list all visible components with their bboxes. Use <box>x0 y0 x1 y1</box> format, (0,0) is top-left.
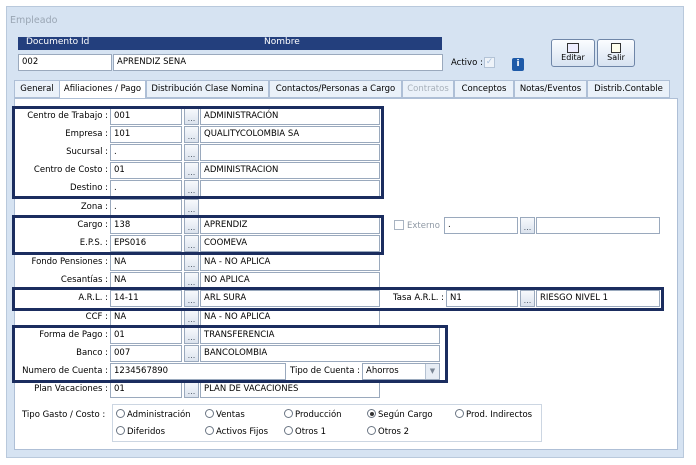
edit-button[interactable]: Editar <box>551 39 595 67</box>
externo-lookup[interactable]: ... <box>520 217 535 234</box>
fondo-pensiones-label: Fondo Pensiones : <box>31 257 108 267</box>
tipo-gasto-label: Tipo Gasto / Costo : <box>22 410 106 420</box>
radio-ventas[interactable]: Ventas <box>205 408 245 422</box>
tab-contratos[interactable]: Contratos <box>402 80 454 98</box>
tab-conceptos[interactable]: Conceptos <box>454 80 514 98</box>
fondo-pensiones-lookup[interactable]: ... <box>184 254 199 271</box>
name-field[interactable]: APRENDIZ SENA <box>113 54 443 71</box>
fondo-pensiones-desc: NA - NO APLICA <box>200 254 380 271</box>
plan-vacaciones-code[interactable]: 01 <box>110 381 182 398</box>
zona-lookup[interactable]: ... <box>184 199 199 216</box>
doc-id-header: Documento Id <box>26 37 90 47</box>
printer-icon <box>567 43 579 53</box>
ccf-lookup[interactable]: ... <box>184 309 199 326</box>
edit-label: Editar <box>561 53 585 62</box>
radio-diferidos[interactable]: Diferidos <box>116 425 165 439</box>
radio-prod-indirectos[interactable]: Prod. Indirectos <box>455 408 532 422</box>
tab-afiliaciones-pago[interactable]: Afiliaciones / Pago <box>59 80 146 99</box>
tab-notas-eventos[interactable]: Notas/Eventos <box>514 80 587 98</box>
ccf-desc: NA - NO APLICA <box>200 309 380 326</box>
exit-icon <box>611 43 621 53</box>
ccf-label: CCF : <box>85 312 108 322</box>
highlight-box-pago <box>12 325 448 383</box>
radio-otros-1[interactable]: Otros 1 <box>284 425 326 439</box>
fondo-pensiones-code[interactable]: NA <box>110 254 182 271</box>
zona-code[interactable]: . <box>110 199 182 216</box>
tab-contactos[interactable]: Contactos/Personas a Cargo <box>269 80 402 98</box>
zona-label: Zona : <box>80 202 108 212</box>
active-label: Activo : <box>451 58 483 68</box>
tab-distribucion-clase-nomina[interactable]: Distribución Clase Nomina <box>146 80 269 98</box>
tab-general[interactable]: General <box>14 80 60 98</box>
tab-distrib-contable[interactable]: Distrib.Contable <box>587 80 670 98</box>
exit-label: Salir <box>607 53 625 62</box>
plan-vacaciones-label: Plan Vacaciones : <box>34 384 108 394</box>
radio-activos-fijos[interactable]: Activos Fijos <box>205 425 268 439</box>
externo-desc <box>536 217 660 234</box>
active-checkbox[interactable]: ✓ <box>484 57 495 68</box>
info-icon[interactable]: i <box>512 58 524 71</box>
externo-label: Externo <box>407 221 440 231</box>
radio-segun-cargo[interactable]: Según Cargo <box>367 408 433 422</box>
radio-administracion[interactable]: Administración <box>116 408 191 422</box>
name-header: Nombre <box>264 37 300 47</box>
externo-code[interactable]: . <box>444 217 518 234</box>
ccf-code[interactable]: NA <box>110 309 182 326</box>
header-bar: Documento Id Nombre <box>18 37 442 50</box>
highlight-box-cargo <box>12 215 384 255</box>
plan-vacaciones-lookup[interactable]: ... <box>184 381 199 398</box>
radio-produccion[interactable]: Producción <box>284 408 342 422</box>
radio-otros-2[interactable]: Otros 2 <box>367 425 409 439</box>
doc-id-field[interactable]: 002 <box>18 54 112 71</box>
highlight-box-arl <box>12 287 664 311</box>
exit-button[interactable]: Salir <box>597 39 635 67</box>
highlight-box-centro <box>12 106 384 199</box>
plan-vacaciones-desc: PLAN DE VACACIONES <box>200 381 380 398</box>
externo-checkbox[interactable] <box>394 220 404 232</box>
window-title: Empleado <box>10 15 58 26</box>
